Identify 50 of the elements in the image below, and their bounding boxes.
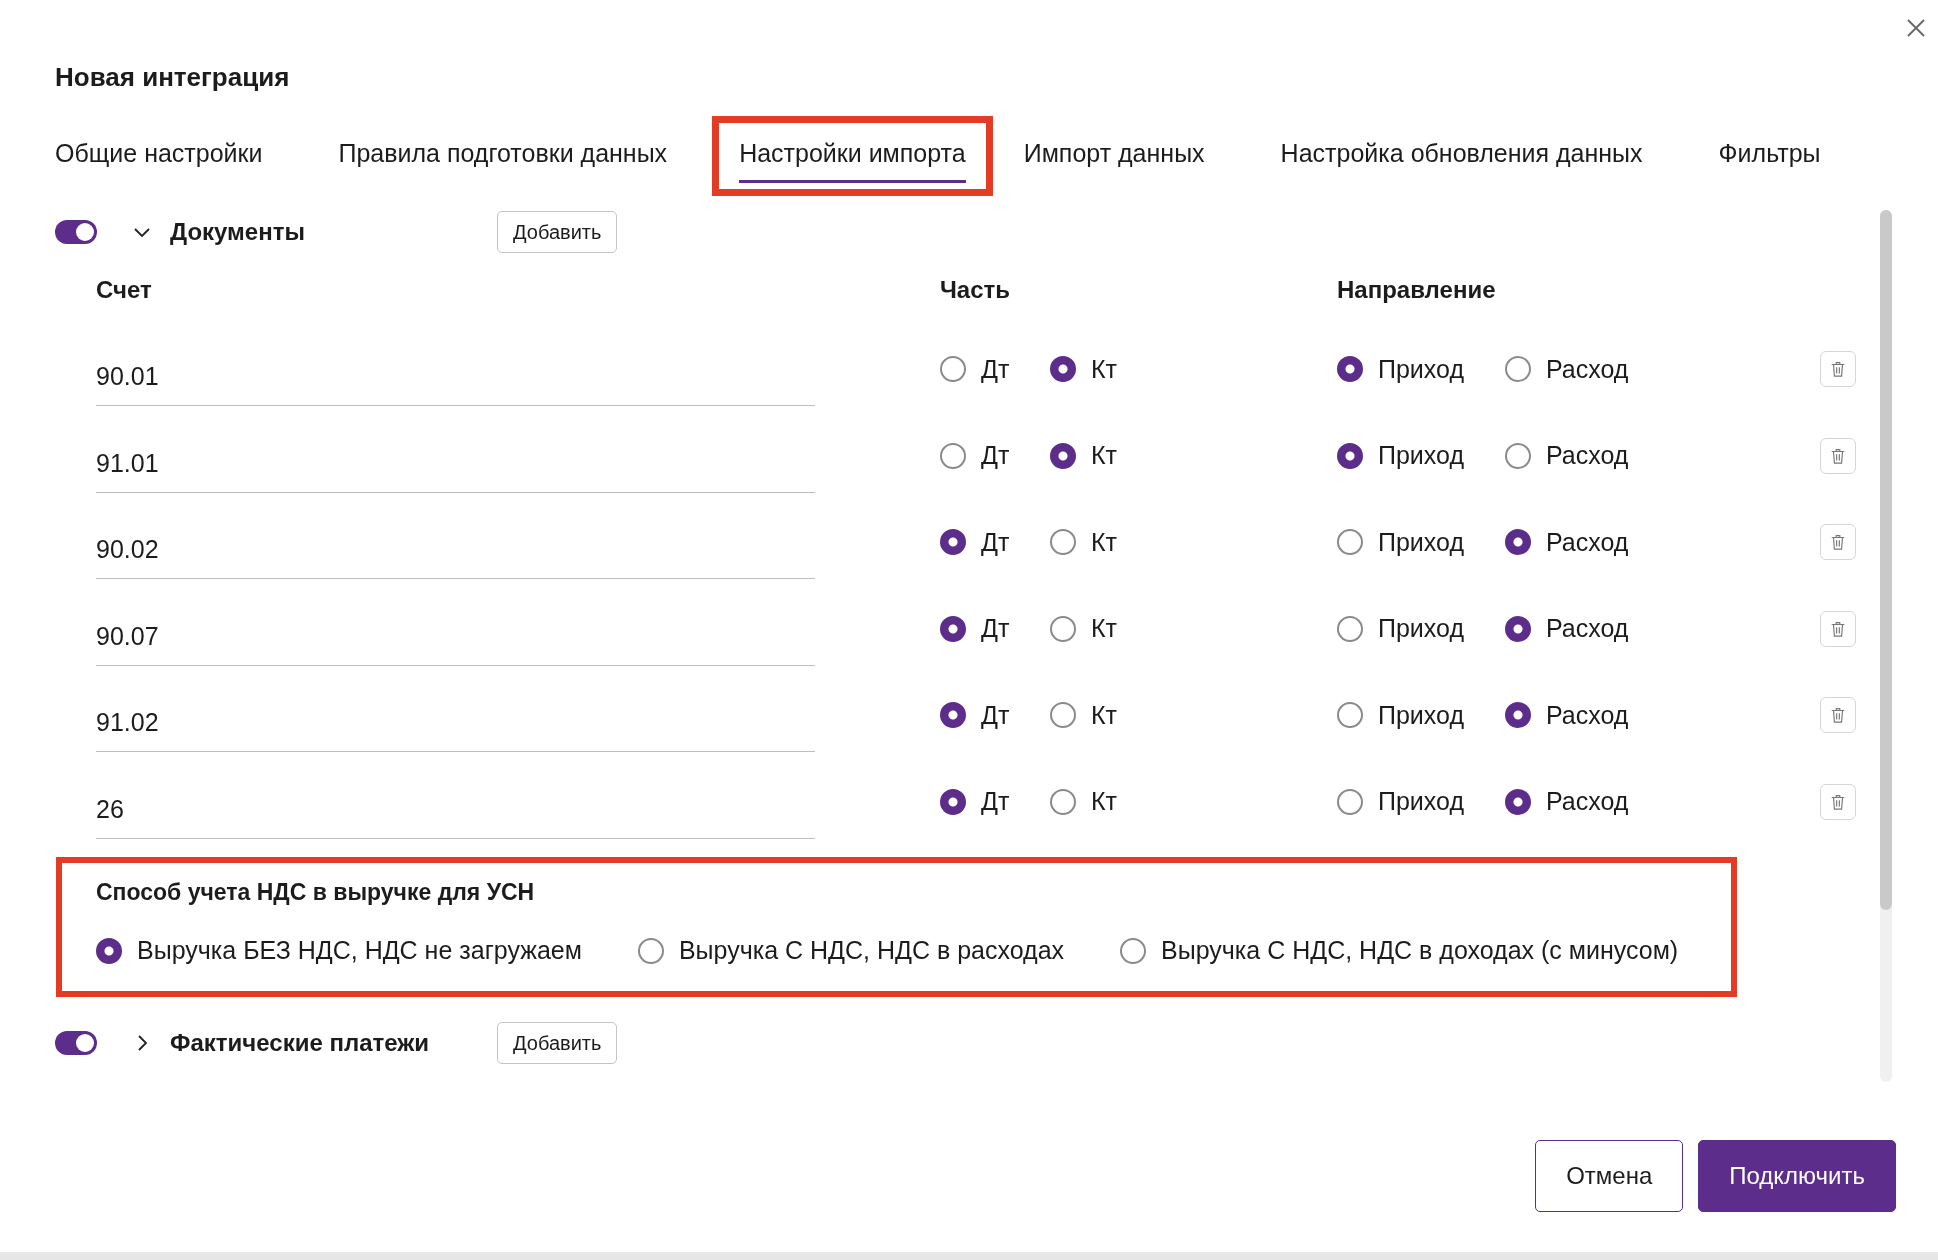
- radio-label: Выручка БЕЗ НДС, НДС не загружаем: [137, 936, 582, 965]
- radio-label: Приход: [1378, 700, 1464, 730]
- radio-label: Дт: [981, 700, 1010, 730]
- radio-label: Приход: [1378, 354, 1464, 384]
- dialog-title: Новая интеграция: [55, 62, 290, 93]
- radio-label: Приход: [1378, 787, 1464, 817]
- radio-label: Кт: [1091, 441, 1117, 471]
- cancel-button[interactable]: Отмена: [1535, 1140, 1684, 1212]
- column-header: Счет: [96, 276, 153, 304]
- tab[interactable]: Фильтры: [1718, 129, 1821, 183]
- section-title: Фактические платежи: [170, 1029, 431, 1057]
- add-button[interactable]: Добавить: [497, 211, 618, 253]
- radio-label: Расход: [1546, 354, 1629, 384]
- tab[interactable]: Правила подготовки данных: [338, 129, 668, 183]
- column-header: Часть: [940, 276, 1012, 304]
- column-header: Направление: [1337, 276, 1497, 304]
- radio-label: Кт: [1091, 787, 1117, 817]
- radio-label: Дт: [981, 787, 1010, 817]
- account-field[interactable]: 90.02: [96, 505, 815, 580]
- connect-button[interactable]: Подключить: [1698, 1140, 1896, 1212]
- radio-label: Расход: [1546, 441, 1629, 471]
- radio-label: Дт: [981, 354, 1010, 384]
- radio-label: Кт: [1091, 614, 1117, 644]
- account-field[interactable]: 26: [96, 764, 815, 839]
- tab[interactable]: Общие настройки: [55, 129, 263, 183]
- radio-label: Дт: [981, 527, 1010, 557]
- radio-label: Дт: [981, 614, 1010, 644]
- tab[interactable]: Настройки импорта: [739, 129, 966, 183]
- add-button[interactable]: Добавить: [497, 1022, 618, 1064]
- tab[interactable]: Импорт данных: [1023, 129, 1205, 183]
- radio-label: Кт: [1091, 527, 1117, 557]
- radio-label: Выручка С НДС, НДС в расходах: [678, 936, 1065, 965]
- tab[interactable]: Настройка обновления данных: [1280, 129, 1643, 183]
- radio-label: Приход: [1378, 527, 1464, 557]
- radio-label: Расход: [1546, 787, 1629, 817]
- account-field[interactable]: 90.01: [96, 332, 815, 407]
- radio-label: Кт: [1091, 354, 1117, 384]
- section-title: Документы: [170, 218, 306, 246]
- radio-label: Приход: [1378, 614, 1464, 644]
- radio-label: Расход: [1546, 700, 1629, 730]
- radio-label: Дт: [981, 441, 1010, 471]
- group-title: Способ учета НДС в выручке для УСН: [96, 879, 536, 906]
- account-field[interactable]: 90.07: [96, 591, 815, 666]
- radio-label: Расход: [1546, 527, 1629, 557]
- radio-label: Выручка С НДС, НДС в доходах (с минусом): [1161, 936, 1679, 965]
- radio-label: Кт: [1091, 700, 1117, 730]
- radio-label: Приход: [1378, 441, 1464, 471]
- account-field[interactable]: 91.01: [96, 418, 815, 493]
- radio-label: Расход: [1546, 614, 1629, 644]
- account-field[interactable]: 91.02: [96, 678, 815, 753]
